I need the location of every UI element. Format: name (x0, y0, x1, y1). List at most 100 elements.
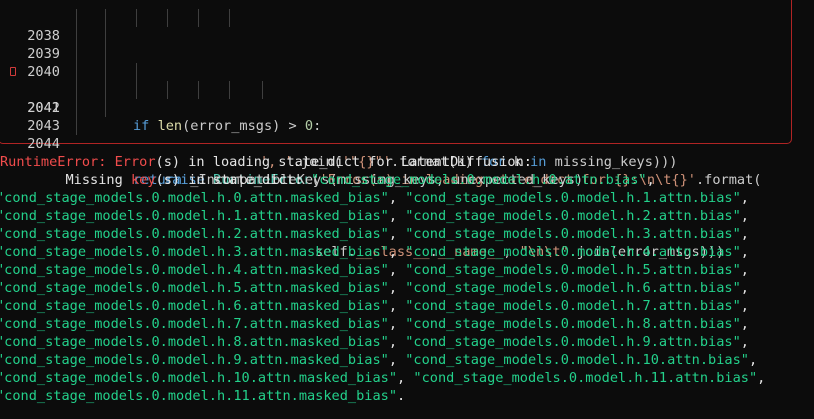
code-line-2040: 2040 if len(error_msgs) > 0: (0, 45, 321, 134)
indent-guide (76, 45, 77, 63)
missing-key: "cond_stage_models.0.model.h.4.attn.bias… (405, 244, 741, 260)
line-number: 2038 (27, 28, 60, 44)
indent-guide (105, 27, 106, 45)
indent-guide (167, 81, 168, 99)
indent-guide (198, 9, 199, 27)
separator: , (740, 244, 749, 260)
indent-guide (229, 9, 230, 27)
missing-key: "cond_stage_models.0.model.h.1.attn.bias… (405, 190, 741, 206)
missing-key: "cond_stage_models.0.model.h.2.attn.mask… (0, 226, 389, 242)
indent-guide (76, 117, 77, 135)
indent-guide (76, 63, 77, 81)
code-text: if len(error_msgs) > 0: (133, 118, 322, 134)
missing-key: "cond_stage_models.0.model.h.7.attn.bias… (405, 298, 741, 314)
missing-keys-header: Missing key(s) in state_dict: "cond_stag… (0, 172, 655, 188)
separator: , (397, 370, 414, 386)
indent-guide (76, 81, 77, 99)
separator: , (740, 190, 749, 206)
indent-guide (105, 9, 106, 27)
line-number: 2043 (27, 118, 60, 134)
missing-key: "cond_stage_models.0.model.h.10.attn.mas… (0, 370, 398, 386)
line-number: 2042 (27, 100, 60, 116)
code-line-2044: 2044 (0, 117, 77, 152)
missing-key: "cond_stage_models.0.model.h.3.attn.mask… (0, 244, 389, 260)
indent-guide (105, 99, 106, 117)
separator: , (740, 226, 749, 242)
missing-key: "cond_stage_models.0.model.h.8.attn.bias… (405, 316, 741, 332)
missing-key: "cond_stage_models.0.model.h.6.attn.bias… (405, 280, 741, 296)
missing-key: "cond_stage_models.0.model.h.10.attn.bia… (405, 352, 749, 368)
missing-key-row: "cond_stage_models.0.model.h.0.attn.mask… (0, 189, 749, 207)
missing-key-row: "cond_stage_models.0.model.h.7.attn.mask… (0, 315, 749, 333)
separator: , (740, 316, 749, 332)
missing-key: "cond_stage_models.0.model.h.9.attn.bias… (405, 334, 741, 350)
traceback-panel (0, 0, 792, 144)
separator: . (397, 388, 406, 404)
error-type: RuntimeError: (0, 154, 107, 170)
separator: , (757, 370, 766, 386)
separator: , (740, 262, 749, 278)
separator: , (740, 334, 749, 350)
missing-key: "cond_stage_models.0.model.h.2.attn.bias… (405, 208, 741, 224)
missing-key: "cond_stage_models.0.model.h.3.attn.bias… (405, 226, 741, 242)
line-number: 2040 (27, 64, 60, 80)
separator: , (388, 298, 406, 314)
missing-key: "cond_stage_models.0.model.h.9.attn.mask… (0, 352, 389, 368)
indent-guide (136, 81, 137, 99)
indent-guide (136, 9, 137, 27)
indent-guide (198, 81, 199, 99)
separator: , (388, 190, 406, 206)
missing-key-row: "cond_stage_models.0.model.h.3.attn.mask… (0, 243, 749, 261)
missing-key: "cond_stage_models.0.model.h.11.attn.mas… (0, 388, 398, 404)
indent-guide (76, 9, 77, 27)
separator: , (388, 280, 406, 296)
line-number: 2044 (27, 136, 60, 152)
indent-guide (167, 9, 168, 27)
missing-key-row: "cond_stage_models.0.model.h.9.attn.mask… (0, 351, 757, 369)
missing-key: "cond_stage_models.0.model.h.11.attn.bia… (413, 370, 758, 386)
missing-key-row: "cond_stage_models.0.model.h.5.attn.mask… (0, 279, 749, 297)
missing-key: "cond_stage_models.0.model.h.1.attn.mask… (0, 208, 389, 224)
indent-guide (262, 81, 263, 99)
separator: , (740, 208, 749, 224)
missing-key: "cond_stage_models.0.model.h.4.attn.mask… (0, 262, 389, 278)
missing-key: "cond_stage_models.0.model.h.0.attn.mask… (0, 190, 389, 206)
separator: , (388, 208, 406, 224)
missing-key-row: "cond_stage_models.0.model.h.8.attn.mask… (0, 333, 749, 351)
indent-guide (105, 81, 106, 99)
code-line-2039: 2039 (0, 27, 106, 62)
separator: , (740, 280, 749, 296)
error-marker-icon (10, 67, 16, 76)
separator: , (388, 262, 406, 278)
separator: , (388, 334, 406, 350)
indent-guide (105, 45, 106, 63)
separator: , (388, 244, 406, 260)
missing-key-row: "cond_stage_models.0.model.h.6.attn.mask… (0, 297, 749, 315)
missing-key-row: "cond_stage_models.0.model.h.2.attn.mask… (0, 225, 749, 243)
line-number: 2039 (27, 46, 60, 62)
indent-guide (76, 99, 77, 117)
indent-guide (105, 63, 106, 81)
separator: , (388, 316, 406, 332)
missing-key-row: "cond_stage_models.0.model.h.4.attn.mask… (0, 261, 749, 279)
code-line-2043: 2043 return _IncompatibleKeys(missing_ke… (0, 99, 583, 188)
separator: , (740, 298, 749, 314)
code-line-2041: 2041 raise RuntimeError('Error(s) in loa… (0, 63, 761, 188)
indent-guide (229, 81, 230, 99)
missing-key-row: "cond_stage_models.0.model.h.1.attn.mask… (0, 207, 749, 225)
missing-key: "cond_stage_models.0.model.h.6.attn.mask… (0, 298, 389, 314)
missing-key: "cond_stage_models.0.model.h.7.attn.mask… (0, 316, 389, 332)
indent-guide (76, 27, 77, 45)
missing-key: "cond_stage_models.0.model.h.8.attn.mask… (0, 334, 389, 350)
separator: , (388, 226, 406, 242)
code-line-2042: 2042 self.__class__.__name__, "\n\t".joi… (0, 81, 724, 260)
missing-key-row: "cond_stage_models.0.model.h.10.attn.mas… (0, 369, 765, 387)
error-message: RuntimeError: Error(s) in loading state_… (0, 154, 532, 170)
separator: , (388, 352, 406, 368)
code-line-2038: 2038 ', '.join('"{}"'.format(k) for k in… (0, 9, 677, 170)
missing-key: "cond_stage_models.0.model.h.5.attn.bias… (405, 262, 741, 278)
missing-key-row: "cond_stage_models.0.model.h.11.attn.mas… (0, 387, 405, 405)
indent-guide (136, 63, 137, 81)
separator: , (748, 352, 758, 368)
missing-key: "cond_stage_models.0.model.h.5.attn.mask… (0, 280, 389, 296)
